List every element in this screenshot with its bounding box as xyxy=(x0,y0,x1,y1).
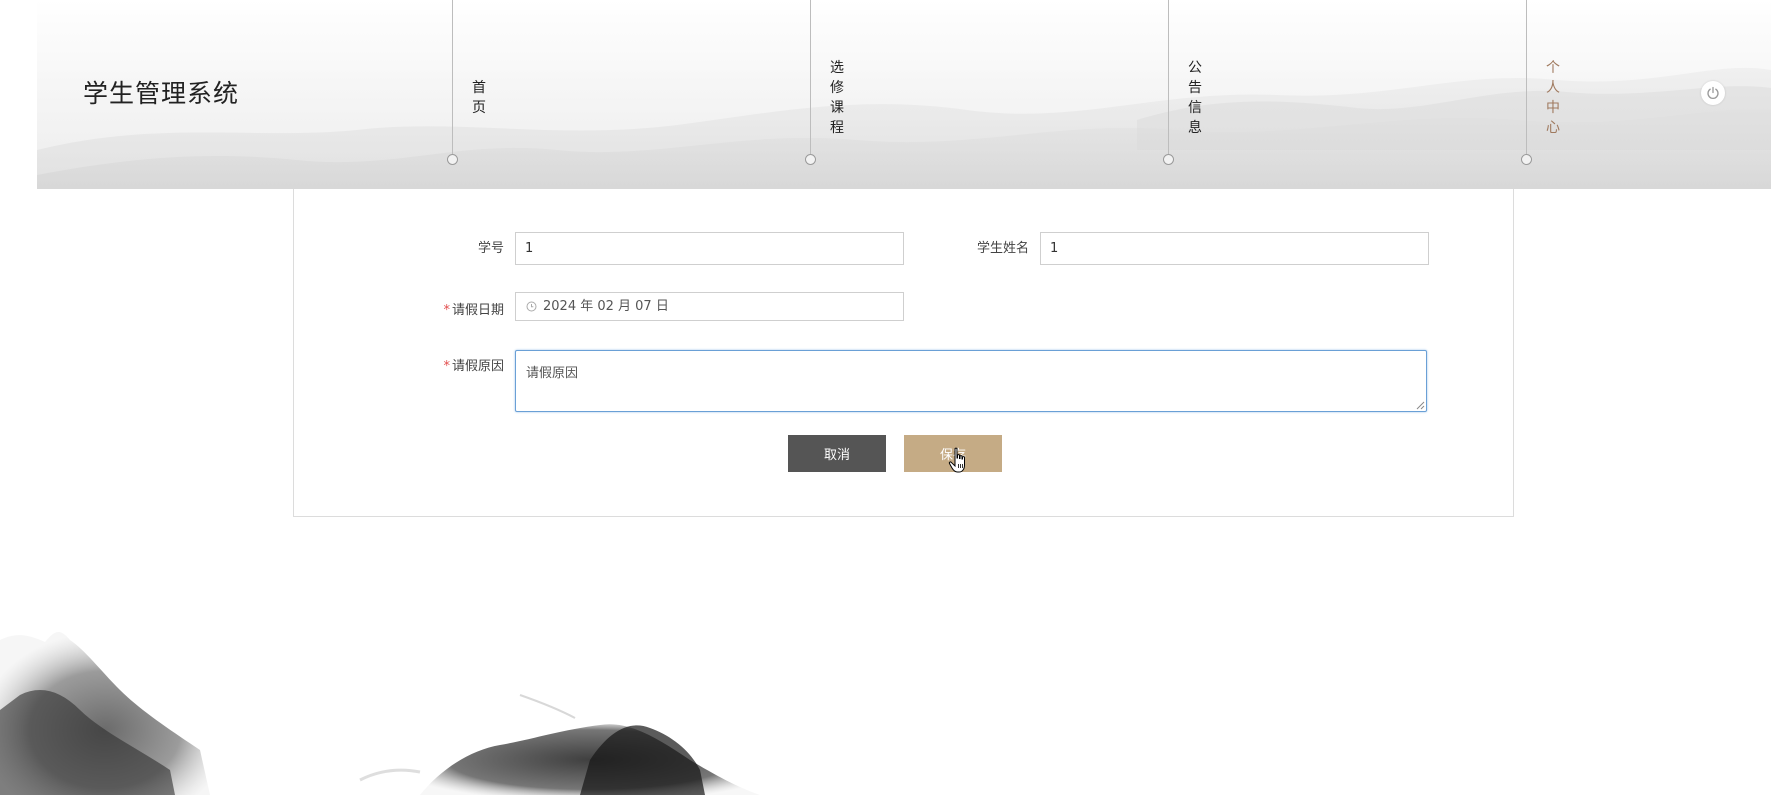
nav-label-home[interactable]: 首页 xyxy=(470,78,488,118)
student-name-input[interactable]: 1 xyxy=(1040,232,1429,265)
nav-divider-line xyxy=(452,0,453,154)
student-name-value: 1 xyxy=(1050,241,1059,256)
nav-label-personal-center[interactable]: 个人中心 xyxy=(1544,58,1562,138)
leave-date-value: 2024 年 02 月 07 日 xyxy=(543,299,669,314)
power-icon xyxy=(1707,86,1719,99)
logout-button[interactable] xyxy=(1701,81,1725,105)
nav-item-elective-courses[interactable]: 选修课程 xyxy=(805,0,850,189)
nav-item-announcements[interactable]: 公告信息 xyxy=(1163,0,1208,189)
student-id-label: 学号 xyxy=(384,237,504,256)
nav-divider-line xyxy=(810,0,811,154)
nav-divider-line xyxy=(1168,0,1169,154)
nav-label-announcements[interactable]: 公告信息 xyxy=(1186,58,1204,138)
nav-item-personal-center[interactable]: 个人中心 xyxy=(1521,0,1566,189)
leave-date-picker[interactable]: 2024 年 02 月 07 日 xyxy=(515,292,904,321)
student-name-label-text: 学生姓名 xyxy=(976,241,1029,256)
ink-landscape-decoration xyxy=(0,631,760,795)
top-header: 学生管理系统 首页 选修课程 公告信息 个人中心 xyxy=(37,0,1771,189)
student-name-label: 学生姓名 xyxy=(909,237,1029,256)
nav-dot xyxy=(447,154,458,165)
leave-reason-label: * 请假原因 xyxy=(384,355,504,374)
required-mark: * xyxy=(443,303,450,318)
leave-reason-label-text: 请假原因 xyxy=(451,359,504,374)
required-mark: * xyxy=(443,359,450,374)
nav-label-elective-courses[interactable]: 选修课程 xyxy=(828,58,846,138)
leave-reason-textarea[interactable]: 请假原因 xyxy=(515,350,1427,412)
leave-date-label: * 请假日期 xyxy=(384,299,504,318)
student-id-label-text: 学号 xyxy=(477,241,504,256)
cancel-button[interactable]: 取消 xyxy=(788,435,886,472)
app-title: 学生管理系统 xyxy=(83,79,240,108)
nav-dot xyxy=(1521,154,1532,165)
leave-date-label-text: 请假日期 xyxy=(451,303,504,318)
student-id-value: 1 xyxy=(525,241,534,256)
nav-dot xyxy=(1163,154,1174,165)
clock-icon xyxy=(526,301,537,312)
cancel-button-label: 取消 xyxy=(823,448,850,463)
student-id-input[interactable]: 1 xyxy=(515,232,904,265)
resize-grip-icon[interactable] xyxy=(1416,401,1425,410)
nav-divider-line xyxy=(1526,0,1527,154)
leave-reason-placeholder: 请假原因 xyxy=(526,366,579,381)
nav-item-home[interactable]: 首页 xyxy=(447,0,492,189)
mountain-mist-background xyxy=(37,67,1771,189)
nav-dot xyxy=(805,154,816,165)
hand-pointer-cursor-icon xyxy=(948,447,965,473)
